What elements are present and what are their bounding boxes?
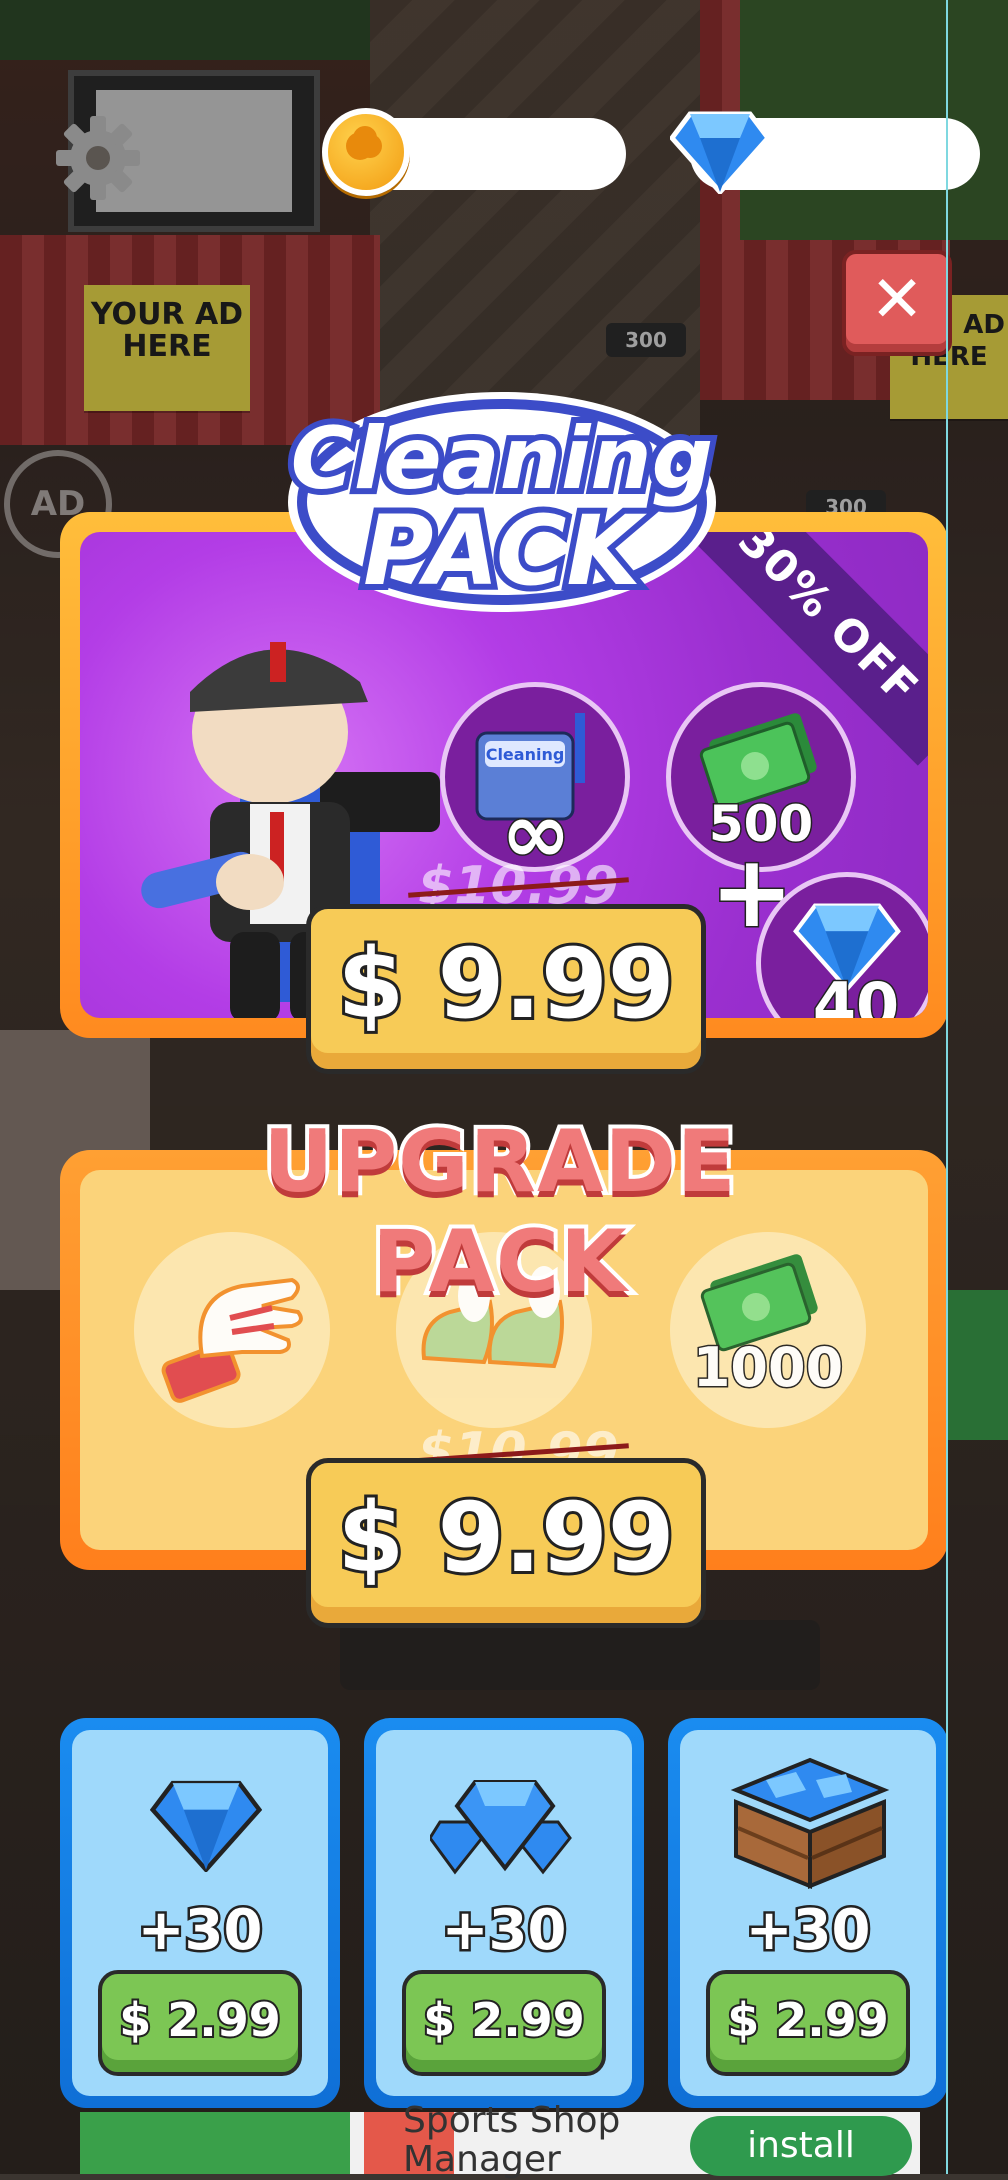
logo-line-1: Cleaning	[291, 409, 713, 509]
diamond-amount: 40	[811, 968, 900, 1019]
gem-quantity: +30	[743, 1896, 873, 1966]
cash-item: 1000	[670, 1232, 866, 1428]
cleaning-pack-logo: Cleaning PACK	[285, 392, 719, 613]
gem-offer-tile[interactable]: +30 $ 2.99	[364, 1718, 644, 2108]
close-icon: ✕	[870, 263, 924, 337]
ad-banner-title: Sports Shop Manager	[403, 2100, 620, 2180]
gem-buy-button[interactable]: $ 2.99	[706, 1970, 910, 2076]
logo-line-2: PACK	[363, 495, 647, 607]
gem-quantity: +30	[439, 1896, 569, 1966]
gem-offer-panel: +30 $ 2.99	[680, 1730, 936, 2096]
ad-install-button[interactable]: install	[690, 2116, 912, 2176]
gem-offer-panel: +30 $ 2.99	[72, 1730, 328, 2096]
single-diamond-icon	[150, 1780, 262, 1872]
cleaning-brand-label: Cleaning	[486, 745, 565, 764]
gem-quantity: +30	[135, 1896, 265, 1966]
diamond-icon	[670, 111, 770, 194]
upgrade-pack-buy-button[interactable]: $ 9.99	[306, 1458, 706, 1628]
upgrade-pack-title: UPGRADE PACK	[259, 1108, 739, 1316]
cleaning-pack-buy-button[interactable]: $ 9.99	[306, 904, 706, 1074]
ad-banner-title-line1: Sports Shop	[403, 2100, 621, 2141]
gem-offer-panel: +30 $ 2.99	[376, 1730, 632, 2096]
gem-offer-tile[interactable]: +30 $ 2.99	[668, 1718, 948, 2108]
glove-item	[134, 1232, 330, 1428]
cleaning-machine-item: Cleaning ∞	[440, 682, 630, 877]
cash-amount: 1000	[691, 1335, 844, 1401]
settings-button[interactable]	[50, 110, 146, 206]
gem-buy-button[interactable]: $ 2.99	[402, 1970, 606, 2076]
gem-offer-tile[interactable]: +30 $ 2.99	[60, 1718, 340, 2108]
glove-icon	[161, 1277, 303, 1403]
diamond-pile-icon	[430, 1780, 572, 1875]
ad-banner-image	[80, 2112, 350, 2174]
gear-icon	[56, 116, 140, 200]
screen-edge-line	[946, 0, 948, 2174]
close-button[interactable]: ✕	[842, 250, 952, 356]
coin-icon	[322, 108, 410, 196]
diamond-crate-icon	[730, 1757, 890, 1889]
gem-buy-button[interactable]: $ 2.99	[98, 1970, 302, 2076]
